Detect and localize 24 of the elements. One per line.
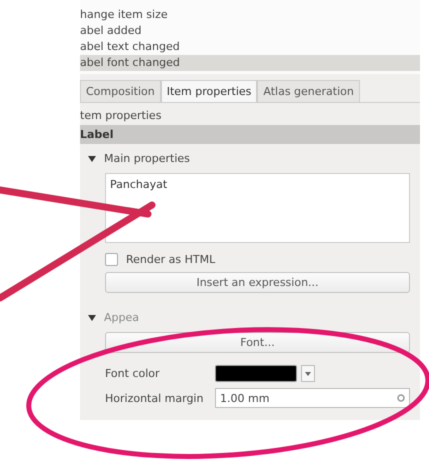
section-title: Appea [104, 311, 139, 324]
checkbox-label: Render as HTML [126, 253, 216, 266]
undo-item[interactable]: abel added [80, 23, 420, 39]
color-swatch[interactable] [215, 365, 297, 382]
undo-item[interactable]: abel text changed [80, 39, 420, 55]
undo-item[interactable]: abel font changed [80, 55, 420, 71]
margin-field[interactable]: 1.00 mm [215, 388, 410, 408]
item-header: Label [80, 125, 420, 144]
section-title: Main properties [104, 152, 190, 165]
field-label: Horizontal margin [105, 392, 204, 404]
tab[interactable]: Composition [80, 80, 161, 102]
label-text-field[interactable]: Panchayat [105, 173, 410, 243]
expanded-arrow-icon[interactable] [88, 314, 96, 320]
panel-title: tem properties [80, 108, 162, 124]
insert-expression-button[interactable]: Insert an expression... [105, 272, 410, 293]
undo-item[interactable]: hange item size [80, 7, 420, 23]
expanded-arrow-icon[interactable] [88, 156, 96, 162]
field-label: Font color [105, 367, 161, 380]
checkbox[interactable] [105, 253, 118, 266]
dropdown-button[interactable] [301, 365, 315, 382]
clear-icon[interactable] [397, 394, 405, 402]
caret-icon [305, 372, 311, 376]
tab[interactable]: Atlas generation [257, 80, 360, 102]
tab[interactable]: Item properties [160, 80, 258, 102]
